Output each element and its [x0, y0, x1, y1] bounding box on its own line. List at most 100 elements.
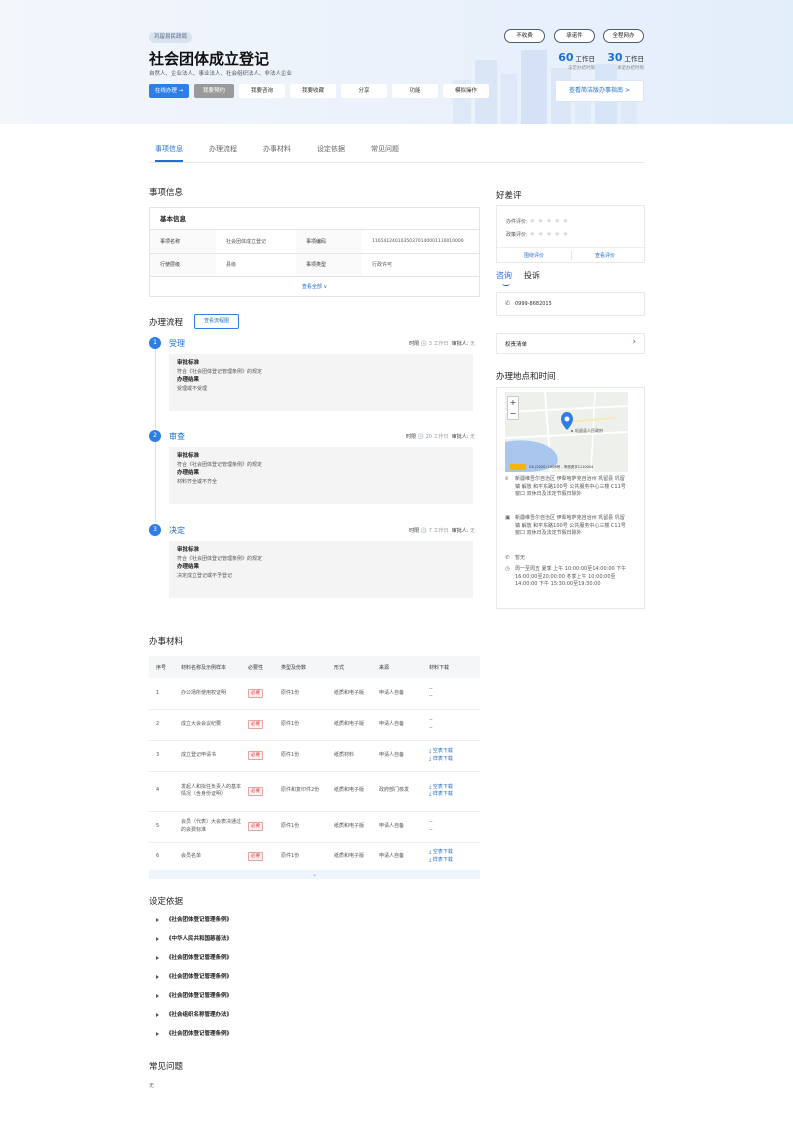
- tab-item-info[interactable]: 事项信息: [155, 144, 183, 162]
- view-rating-link[interactable]: 查看评价: [595, 252, 615, 259]
- cell-name[interactable]: 成立登记申请书: [174, 740, 241, 772]
- tab-basis[interactable]: 设定依据: [317, 144, 345, 162]
- cell-name[interactable]: 发起人和拟任负责人的基本情况（含身份证明）: [174, 771, 241, 812]
- basis-item[interactable]: 《社会团体登记管理条例》: [156, 972, 232, 980]
- empty-download: --: [429, 693, 433, 700]
- appointment-button[interactable]: 我要预约: [194, 84, 234, 98]
- caret-right-icon: [156, 1012, 159, 1017]
- cell-source: 申请人自备: [372, 842, 422, 872]
- location-heading: 办理地点和时间: [496, 372, 556, 382]
- simulate-button[interactable]: 模拟操作: [443, 84, 489, 98]
- org-tag: 巩留县民政局: [149, 32, 193, 43]
- caret-right-icon: [156, 936, 159, 941]
- basis-item[interactable]: 《社会组织名称管理办法》: [156, 1010, 232, 1018]
- info-value: 行政许可: [362, 253, 479, 277]
- basis-item[interactable]: 《社会团体登记管理条例》: [156, 1029, 232, 1037]
- basis-item[interactable]: 《社会团体登记管理条例》: [156, 953, 232, 961]
- tab-faq[interactable]: 常见问题: [371, 144, 399, 162]
- sample-download-link[interactable]: ⤓ 样表下载: [429, 756, 453, 762]
- cell-name[interactable]: 会员名单: [174, 842, 241, 872]
- cell-no: 1: [149, 678, 174, 710]
- map-copyright: GS (2020) 1006号 - 甲测资字1110004: [529, 465, 594, 469]
- cell-download: -- --: [422, 811, 480, 843]
- basis-item[interactable]: 《中华人民共和国慈善法》: [156, 934, 232, 942]
- table-row: 6 会员名单 必要 原件1份 纸质和电子版 申请人自备 ⤓ 空表下载 ⤓ 样表下载: [149, 842, 480, 872]
- required-badge: 必要: [248, 688, 263, 698]
- view-flowchart-button[interactable]: 查看流程图: [194, 314, 239, 329]
- item-info-heading: 事项信息: [149, 188, 184, 198]
- caret-right-icon: [156, 955, 159, 960]
- blank-download-link[interactable]: ⤓ 空表下载: [429, 849, 453, 855]
- step-name: 受理: [169, 339, 185, 348]
- col-header: 序号: [149, 656, 174, 678]
- zoom-out-button[interactable]: −: [508, 408, 518, 419]
- rating-row: 政策评价: ★★★★★: [506, 230, 571, 238]
- empty-download: --: [429, 717, 433, 723]
- cell-required: 必要: [241, 709, 274, 741]
- cell-download: -- --: [422, 709, 480, 741]
- map-zoom-control: + −: [507, 396, 519, 420]
- zoom-in-button[interactable]: +: [508, 397, 518, 408]
- location-pin-icon: ⌾: [505, 476, 509, 482]
- step-number: 2: [149, 430, 161, 442]
- favorite-button[interactable]: 我要收藏: [290, 84, 336, 98]
- col-header: 材料下载: [422, 656, 480, 678]
- basis-heading: 设定依据: [149, 897, 184, 907]
- rating-row: 办件评价: ★★★★★: [506, 217, 571, 225]
- col-header: 必要性: [241, 656, 274, 678]
- caret-right-icon: [156, 1031, 159, 1036]
- info-key: 事项编码: [296, 230, 362, 254]
- tab-complaint[interactable]: 投诉: [524, 270, 540, 281]
- function-button[interactable]: 功能: [392, 84, 438, 98]
- basis-item[interactable]: 《社会团体登记管理条例》: [156, 991, 232, 999]
- online-apply-button[interactable]: 在线办理 →: [149, 84, 189, 98]
- flow-heading: 办理流程: [149, 318, 184, 328]
- cell-type: 原件和复印件2份: [274, 771, 327, 812]
- sample-download-link[interactable]: ⤓ 样表下载: [429, 857, 453, 863]
- cell-source: 申请人自备: [372, 678, 422, 710]
- table-row: 3 成立登记申请书 必要 原件1份 纸质材料 申请人自备 ⤓ 空表下载 ⤓ 样表下…: [149, 740, 480, 772]
- cell-download: ⤓ 空表下载 ⤓ 样表下载: [422, 771, 480, 812]
- cell-required: 必要: [241, 740, 274, 772]
- cell-name[interactable]: 会员（代表）大会表决通过的会费标准: [174, 811, 241, 843]
- action-buttons: 在线办理 → 我要预约 我要咨询 我要收藏 分享 功能 模拟操作: [149, 84, 489, 98]
- tab-flow[interactable]: 办理流程: [209, 144, 237, 162]
- consult-card: ✆ 0999-8682015: [496, 292, 645, 316]
- consult-button[interactable]: 我要咨询: [239, 84, 285, 98]
- simple-guide-button[interactable]: 查看简洁版办事指南 >: [555, 80, 644, 102]
- cell-no: 4: [149, 771, 174, 812]
- rights-list-link[interactable]: 权责清单 ›: [496, 333, 645, 354]
- sample-download-link[interactable]: ⤓ 样表下载: [429, 791, 453, 797]
- col-header: 来源: [372, 656, 422, 678]
- col-header: 材料名称及示例样本: [174, 656, 241, 678]
- cell-source: 政府部门核发: [372, 771, 422, 812]
- caret-right-icon: [156, 917, 159, 922]
- tab-consult[interactable]: 咨询: [496, 270, 512, 281]
- location-hours: ◷ 周一至周五 夏季 上午 10:00:00至14:00:00 下午 16:00:…: [505, 566, 627, 587]
- basis-item[interactable]: 《社会团体登记管理条例》: [156, 915, 232, 923]
- window-icon: ▣: [505, 515, 511, 521]
- cell-name[interactable]: 成立大会会议纪要: [174, 709, 241, 741]
- cell-name[interactable]: 办公场所使用权证明: [174, 678, 241, 710]
- cell-type: 原件1份: [274, 842, 327, 872]
- map[interactable]: 巩留县人民政府 + − GS (2020) 1006号 - 甲测资字111000…: [505, 392, 628, 472]
- step-meta: 时限 🕓 7 工作日 审批人: 无: [409, 528, 475, 534]
- step-detail: 审批标准 符合《社会团体登记管理条例》的规定 办理结果 受理或不受理: [169, 354, 473, 411]
- expand-materials-button[interactable]: ⌄: [149, 870, 480, 879]
- faq-heading: 常见问题: [149, 1062, 184, 1072]
- blank-download-link[interactable]: ⤓ 空表下载: [429, 748, 453, 754]
- clock-icon: ◷: [505, 566, 510, 572]
- phone-icon: ✆: [505, 300, 511, 307]
- share-button[interactable]: 分享: [341, 84, 387, 98]
- basic-info-title: 基本信息: [150, 208, 479, 230]
- blank-download-link[interactable]: ⤓ 空表下载: [429, 784, 453, 790]
- cell-form: 纸质和电子版: [327, 709, 372, 741]
- tab-materials[interactable]: 办事材料: [263, 144, 291, 162]
- rate-link[interactable]: 围绕评价: [524, 252, 544, 259]
- view-all-link[interactable]: 查看全部 ∨: [149, 283, 480, 290]
- phone-icon: ✆: [505, 555, 510, 561]
- step-number: 3: [149, 524, 161, 536]
- tab-divider: [149, 162, 644, 163]
- required-badge: 必要: [248, 720, 263, 729]
- divider: [497, 247, 646, 248]
